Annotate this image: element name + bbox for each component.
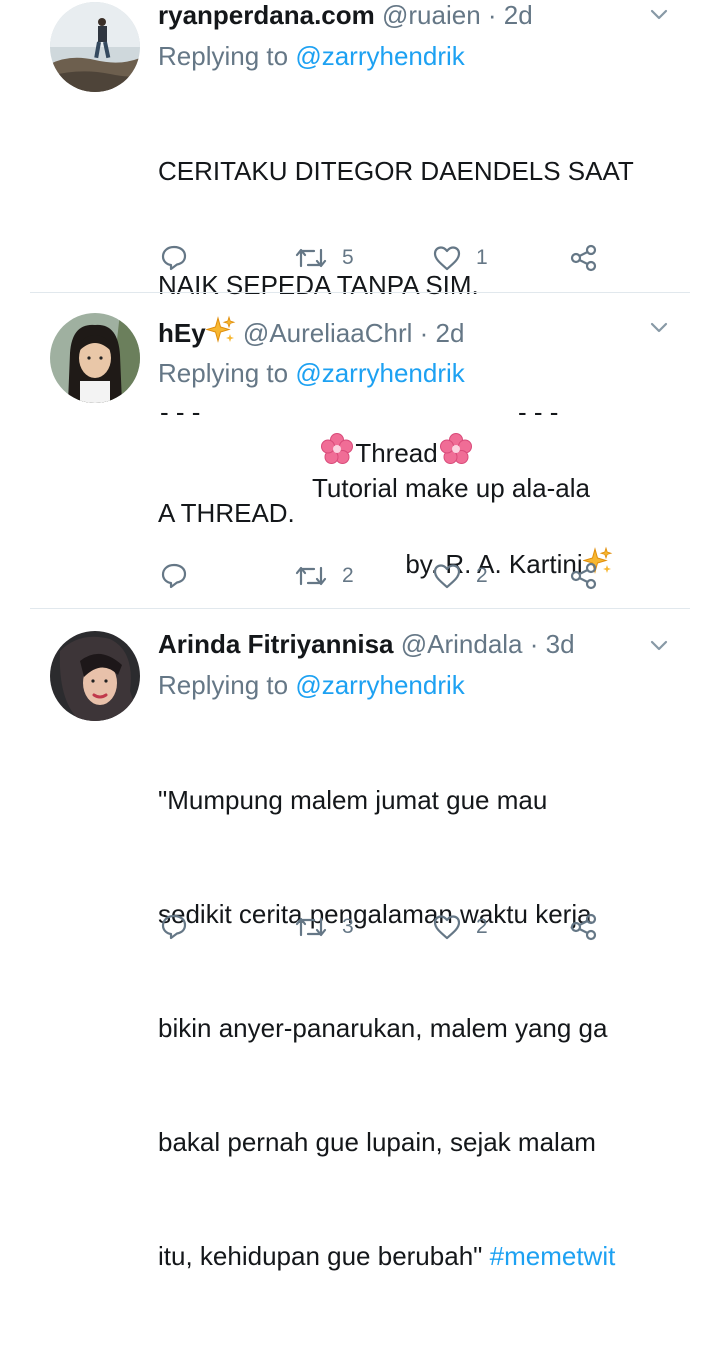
replying-to: Replying to @zarryhendrik [158,669,465,701]
share-icon [570,244,597,272]
retweet-button[interactable]: 5 [294,240,354,276]
reply-button[interactable] [160,558,188,594]
user-handle[interactable]: @Arindala [401,629,523,659]
retweet-icon [295,566,327,586]
heart-icon [433,564,461,589]
timestamp[interactable]: 2d [436,318,465,348]
tweet-text: - - - Thread - - - Tutorial make up ala-… [0,393,720,579]
text-line: itu, kehidupan gue berubah" [158,1241,483,1271]
share-icon [570,913,597,941]
chevron-down-icon[interactable] [650,637,668,655]
chevron-down-icon[interactable] [650,319,668,337]
tweet-text: "Mumpung malem jumat gue mau sedikit cer… [158,705,615,1351]
separator: · [487,0,497,30]
retweet-button[interactable]: 3 [294,909,354,945]
reply-icon [161,914,187,940]
display-name[interactable]: Arinda Fitriyannisa [158,629,394,659]
reply-icon [161,563,187,589]
chevron-down-icon[interactable] [650,6,668,24]
replying-prefix: Replying to [158,41,289,71]
like-count: 2 [476,564,488,587]
tweet-actions: 2 2 [0,558,720,594]
thread-word: Thread [355,438,438,468]
text-line: Tutorial make up ala-ala [312,473,590,503]
cherry-blossom-icon [321,433,354,464]
tweet-2[interactable]: hEy @AureliaaChrl · 2d Replying to @zarr… [0,293,720,609]
text-line: bakal pernah gue lupain, sejak malam [158,1127,596,1157]
sparkles-icon [205,315,236,343]
reply-button[interactable] [160,909,188,945]
text-line: CERITAKU DITEGOR DAENDELS SAAT [158,156,634,186]
display-name[interactable]: hEy [158,318,206,348]
tweet-header: Arinda Fitriyannisa @Arindala · 3d [158,629,640,659]
separator: · [419,318,429,348]
text-line: bikin anyer-panarukan, malem yang ga [158,1013,608,1043]
avatar[interactable] [50,2,140,92]
retweet-count: 3 [342,915,354,938]
heart-icon [433,915,461,940]
hashtag-link[interactable]: #memetwit [490,1241,616,1271]
like-count: 2 [476,915,488,938]
like-button[interactable]: 2 [432,909,488,945]
replying-to: Replying to @zarryhendrik [158,357,465,389]
share-button[interactable] [570,909,598,945]
timestamp[interactable]: 2d [504,0,533,30]
reply-icon [161,245,187,271]
retweet-button[interactable]: 2 [294,558,354,594]
cherry-blossom-icon [439,433,472,464]
dashes-left: - - - [160,397,201,427]
tweet-header: hEy @AureliaaChrl · 2d [158,315,640,348]
tweet-header: ryanperdana.com @ruaien · 2d [158,0,640,30]
like-button[interactable]: 2 [432,558,488,594]
replying-to: Replying to @zarryhendrik [158,40,465,72]
tweet-actions: 5 1 [0,240,720,276]
dashes-right: - - - [518,397,559,427]
retweet-count: 5 [342,246,354,269]
tweet-3[interactable]: Arinda Fitriyannisa @Arindala · 3d Reply… [0,609,720,1271]
avatar[interactable] [50,631,140,721]
retweet-icon [295,248,327,268]
like-button[interactable]: 1 [432,240,488,276]
share-button[interactable] [570,558,598,594]
tweet-actions: 3 2 [0,909,720,945]
tweet-1[interactable]: ryanperdana.com @ruaien · 2d Replying to… [0,0,720,528]
retweet-icon [295,917,327,937]
separator: · [529,629,539,659]
user-handle[interactable]: @AureliaaChrl [243,318,412,348]
like-count: 1 [476,246,488,269]
text-line-last: itu, kehidupan gue berubah" #memetwit [158,1237,615,1275]
share-button[interactable] [570,240,598,276]
heart-icon [433,246,461,271]
user-handle[interactable]: @ruaien [382,0,481,30]
timestamp[interactable]: 3d [546,629,575,659]
mention-link[interactable]: @zarryhendrik [295,358,464,388]
mention-link[interactable]: @zarryhendrik [295,41,464,71]
display-name[interactable]: ryanperdana.com [158,0,375,30]
mention-link[interactable]: @zarryhendrik [295,670,464,700]
replying-prefix: Replying to [158,358,289,388]
retweet-count: 2 [342,564,354,587]
text-line: "Mumpung malem jumat gue mau [158,785,548,815]
reply-button[interactable] [160,240,188,276]
replying-prefix: Replying to [158,670,289,700]
share-icon [570,562,597,590]
avatar[interactable] [50,313,140,403]
